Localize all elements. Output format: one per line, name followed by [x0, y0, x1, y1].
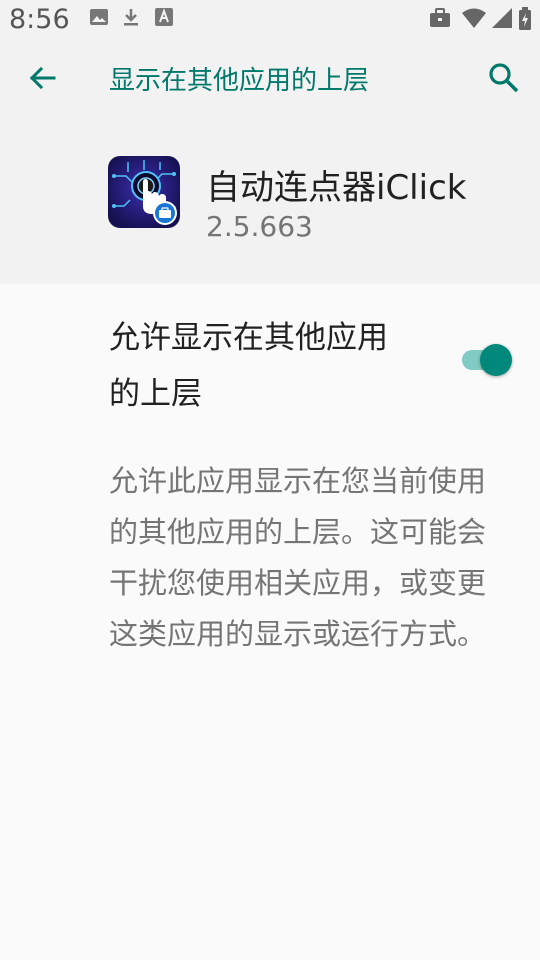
work-badge-icon: [153, 201, 177, 225]
app-version: 2.5.663: [206, 210, 313, 243]
app-icon: [108, 156, 180, 228]
permission-description: 允许此应用显示在您当前使用的其他应用的上层。这可能会干扰您使用相关应用，或变更这…: [109, 464, 487, 651]
work-profile-icon: [430, 8, 450, 27]
app-header: 自动连点器iClick 2.5.663: [0, 120, 540, 284]
search-icon[interactable]: [484, 58, 524, 98]
status-bar: 8:56: [0, 0, 540, 36]
app-toolbar: 显示在其他应用的上层: [0, 36, 540, 120]
image-notification-icon: [90, 9, 108, 25]
wifi-icon: [462, 8, 486, 28]
setting-title: 允许显示在其他应用的上层: [109, 320, 388, 412]
battery-charging-icon: [519, 7, 531, 30]
overlay-permission-row[interactable]: 允许显示在其他应用的上层: [0, 284, 540, 434]
back-arrow-icon[interactable]: [22, 58, 62, 98]
overlay-permission-toggle[interactable]: [458, 344, 514, 376]
cellular-signal-icon: [492, 8, 512, 28]
download-notification-icon: [124, 9, 138, 26]
font-notification-icon: [155, 8, 173, 26]
app-name: 自动连点器iClick: [206, 168, 467, 208]
status-time: 8:56: [9, 4, 70, 35]
page-title: 显示在其他应用的上层: [109, 66, 370, 96]
toggle-thumb: [480, 344, 512, 376]
